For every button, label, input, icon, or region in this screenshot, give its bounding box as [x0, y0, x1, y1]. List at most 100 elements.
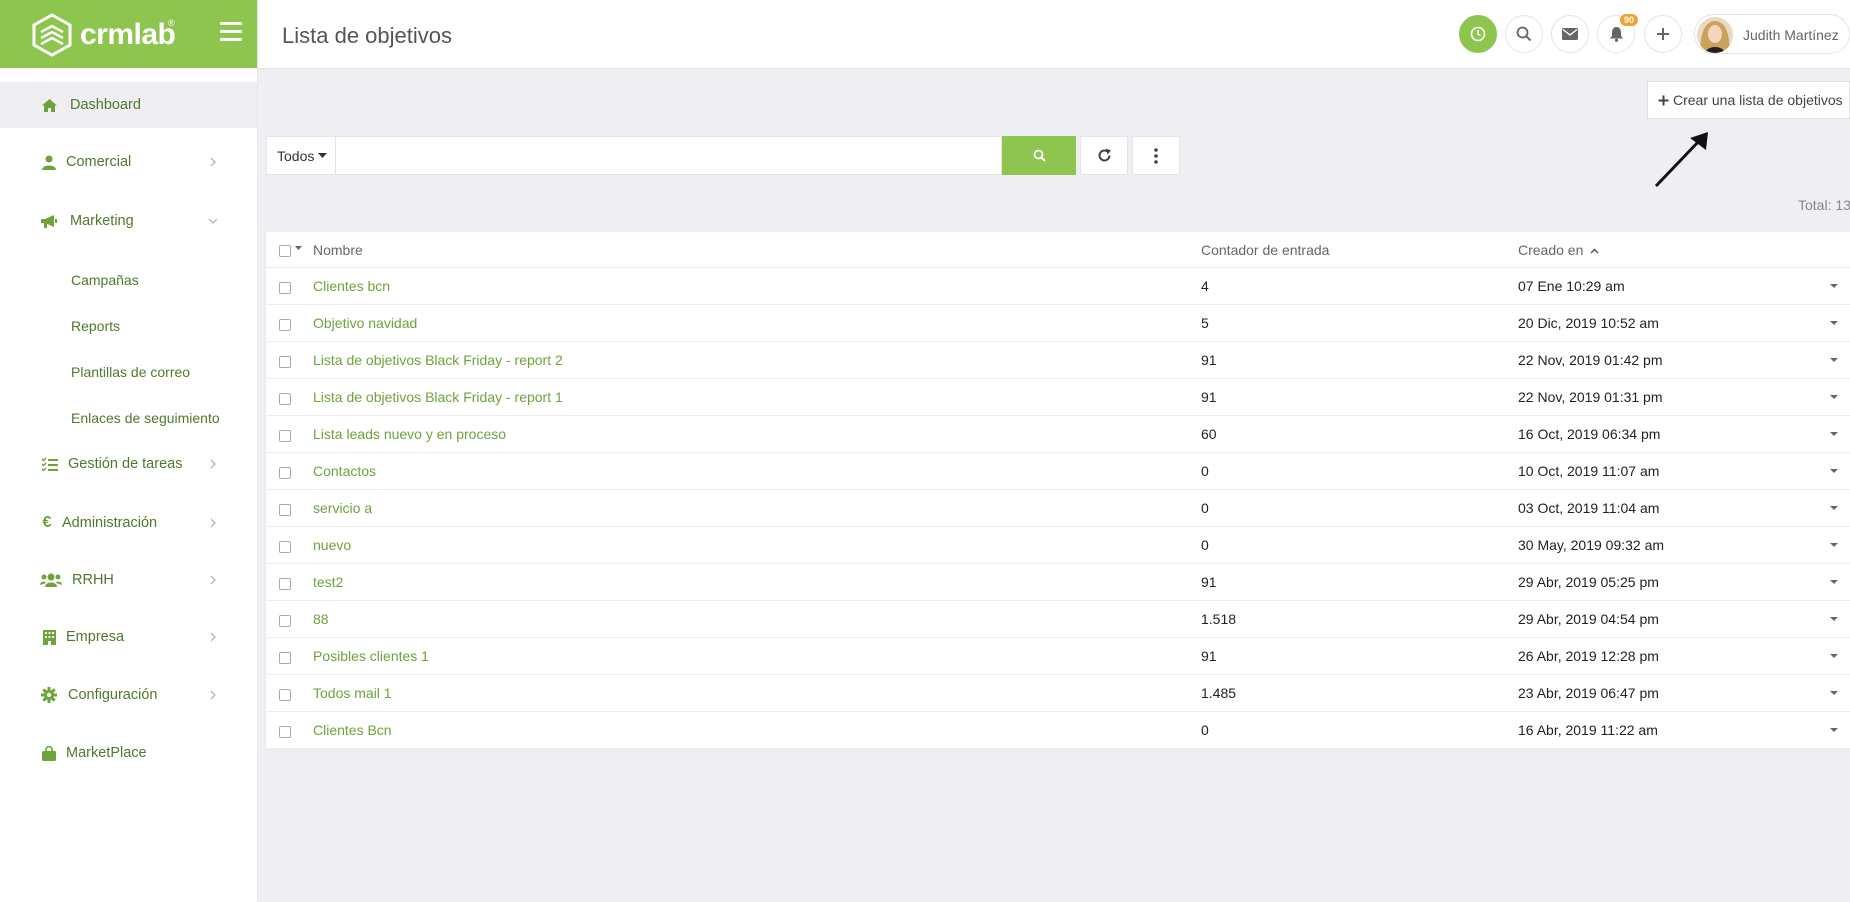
euro-icon: €	[42, 514, 52, 531]
column-header-nombre[interactable]: Nombre	[313, 242, 363, 258]
sidebar-item-dashboard[interactable]: Dashboard	[0, 82, 257, 128]
refresh-button[interactable]	[1080, 136, 1128, 175]
sort-ascending-icon	[1590, 248, 1599, 254]
row-actions-caret-icon[interactable]	[1830, 691, 1838, 695]
row-checkbox[interactable]	[279, 393, 291, 405]
row-name-link[interactable]: Clientes bcn	[313, 278, 390, 294]
row-name-link[interactable]: Posibles clientes 1	[313, 648, 429, 664]
search-submit-button[interactable]	[1002, 136, 1076, 175]
row-checkbox[interactable]	[279, 689, 291, 701]
row-actions-caret-icon[interactable]	[1830, 432, 1838, 436]
menu-toggle-icon[interactable]	[220, 22, 242, 42]
mail-button[interactable]	[1551, 15, 1589, 53]
user-icon	[40, 153, 58, 171]
row-name-link[interactable]: servicio a	[313, 500, 372, 516]
chevron-down-icon	[208, 218, 218, 224]
home-icon	[40, 96, 58, 114]
create-target-list-label: Crear una lista de objetivos	[1673, 92, 1843, 108]
row-checkbox[interactable]	[279, 430, 291, 442]
row-actions-caret-icon[interactable]	[1830, 580, 1838, 584]
sidebar-item-empresa[interactable]: Empresa	[0, 614, 257, 660]
row-actions-caret-icon[interactable]	[1830, 284, 1838, 288]
clock-button[interactable]	[1459, 15, 1497, 53]
row-checkbox[interactable]	[279, 282, 291, 294]
row-actions-caret-icon[interactable]	[1830, 654, 1838, 658]
row-name-link[interactable]: 88	[313, 611, 329, 627]
column-header-contador[interactable]: Contador de entrada	[1201, 242, 1329, 258]
row-created-date: 30 May, 2019 09:32 am	[1518, 537, 1665, 553]
row-created-date: 23 Abr, 2019 06:47 pm	[1518, 685, 1659, 701]
row-name-link[interactable]: Clientes Bcn	[313, 722, 392, 738]
row-checkbox[interactable]	[279, 504, 291, 516]
sidebar-subitem-enlaces[interactable]: Enlaces de seguimiento	[71, 410, 220, 426]
row-actions-caret-icon[interactable]	[1830, 358, 1838, 362]
row-checkbox[interactable]	[279, 467, 291, 479]
sidebar-item-label: RRHH	[72, 572, 114, 588]
row-created-date: 22 Nov, 2019 01:31 pm	[1518, 389, 1663, 405]
table-row: Lista de objetivos Black Friday - report…	[266, 342, 1850, 379]
bag-icon	[40, 744, 58, 762]
row-actions-caret-icon[interactable]	[1830, 506, 1838, 510]
row-name-link[interactable]: Contactos	[313, 463, 376, 479]
sidebar-subitem-campanas[interactable]: Campañas	[71, 272, 139, 288]
notifications-button[interactable]: 90	[1597, 14, 1638, 53]
sidebar-item-configuracion[interactable]: Configuración	[0, 672, 257, 718]
sidebar-item-rrhh[interactable]: RRHH	[0, 557, 257, 603]
row-checkbox[interactable]	[279, 615, 291, 627]
logo-icon	[32, 13, 72, 57]
table-row: test2 91 29 Abr, 2019 05:25 pm	[266, 564, 1850, 601]
more-options-button[interactable]	[1132, 136, 1180, 175]
row-actions-caret-icon[interactable]	[1830, 395, 1838, 399]
row-checkbox[interactable]	[279, 356, 291, 368]
filter-dropdown[interactable]: Todos	[266, 136, 336, 175]
row-actions-caret-icon[interactable]	[1830, 469, 1838, 473]
row-created-date: 16 Oct, 2019 06:34 pm	[1518, 426, 1661, 442]
search-icon	[1033, 149, 1046, 162]
row-name-link[interactable]: Lista leads nuevo y en proceso	[313, 426, 506, 442]
row-checkbox[interactable]	[279, 726, 291, 738]
notification-count-badge: 90	[1619, 14, 1638, 26]
select-menu-caret-icon[interactable]	[295, 246, 302, 250]
row-name-link[interactable]: Lista de objetivos Black Friday - report…	[313, 389, 563, 405]
row-checkbox[interactable]	[279, 578, 291, 590]
row-created-date: 03 Oct, 2019 11:04 am	[1518, 500, 1660, 516]
row-actions-caret-icon[interactable]	[1830, 617, 1838, 621]
chevron-right-icon	[210, 157, 216, 167]
filter-dropdown-value: Todos	[277, 147, 315, 164]
sidebar-subitem-reports[interactable]: Reports	[71, 318, 120, 334]
row-entry-count: 91	[1201, 574, 1217, 590]
row-name-link[interactable]: nuevo	[313, 537, 351, 553]
vertical-ellipsis-icon	[1154, 147, 1158, 164]
row-created-date: 29 Abr, 2019 04:54 pm	[1518, 611, 1659, 627]
plus-icon	[1657, 28, 1669, 40]
row-checkbox[interactable]	[279, 319, 291, 331]
select-all-checkbox[interactable]	[279, 245, 291, 257]
column-header-label: Creado en	[1518, 242, 1584, 258]
sidebar-item-tareas[interactable]: Gestión de tareas	[0, 441, 257, 487]
search-button[interactable]	[1505, 15, 1543, 53]
sidebar-item-marketing[interactable]: Marketing	[0, 198, 257, 244]
row-created-date: 22 Nov, 2019 01:42 pm	[1518, 352, 1663, 368]
row-entry-count: 0	[1201, 722, 1209, 738]
sidebar-subitem-plantillas[interactable]: Plantillas de correo	[71, 364, 190, 380]
user-menu[interactable]: Judith Martínez	[1694, 14, 1850, 54]
row-checkbox[interactable]	[279, 541, 291, 553]
sidebar-item-comercial[interactable]: Comercial	[0, 139, 257, 185]
row-actions-caret-icon[interactable]	[1830, 728, 1838, 732]
add-button[interactable]	[1644, 15, 1682, 53]
row-name-link[interactable]: Todos mail 1	[313, 685, 392, 701]
sidebar-item-administracion[interactable]: € Administración	[0, 500, 257, 546]
logo-bar: crmlab ®	[0, 0, 257, 68]
sidebar-item-label: Empresa	[66, 629, 125, 645]
column-header-creado[interactable]: Creado en	[1518, 242, 1599, 258]
row-name-link[interactable]: Objetivo navidad	[313, 315, 417, 331]
row-name-link[interactable]: test2	[313, 574, 343, 590]
row-actions-caret-icon[interactable]	[1830, 321, 1838, 325]
search-input[interactable]	[336, 136, 1002, 175]
row-actions-caret-icon[interactable]	[1830, 543, 1838, 547]
sidebar-item-marketplace[interactable]: MarketPlace	[0, 730, 257, 776]
row-checkbox[interactable]	[279, 652, 291, 664]
create-target-list-button[interactable]: Crear una lista de objetivos	[1647, 81, 1850, 119]
row-name-link[interactable]: Lista de objetivos Black Friday - report…	[313, 352, 563, 368]
users-icon	[40, 571, 62, 589]
